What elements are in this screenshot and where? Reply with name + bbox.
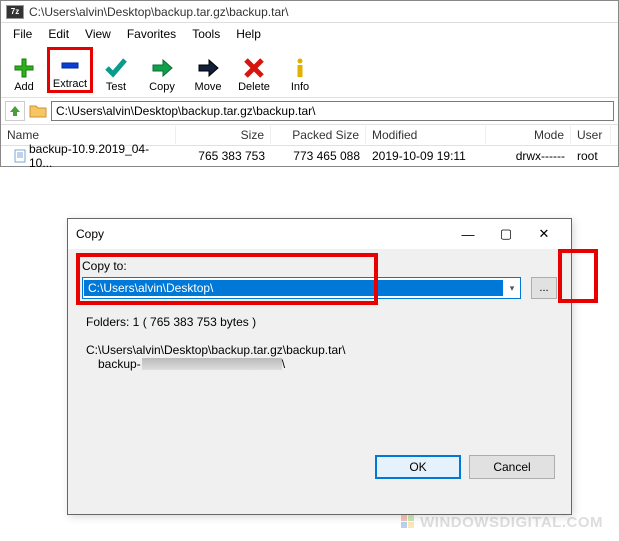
test-button[interactable]: Test xyxy=(93,47,139,93)
dialog-title: Copy xyxy=(76,227,449,241)
copy-button[interactable]: Copy xyxy=(139,47,185,93)
add-button[interactable]: Add xyxy=(1,47,47,93)
folders-info: Folders: 1 ( 765 383 753 bytes ) xyxy=(82,315,557,329)
redacted-text xyxy=(142,358,282,370)
col-mode[interactable]: Mode xyxy=(486,126,571,144)
cell-packed: 773 465 088 xyxy=(271,149,366,163)
menu-file[interactable]: File xyxy=(5,25,40,43)
title-path: C:\Users\alvin\Desktop\backup.tar.gz\bac… xyxy=(29,5,288,19)
close-button[interactable]: ✕ xyxy=(525,220,563,248)
chevron-down-icon[interactable]: ▾ xyxy=(504,283,520,294)
plus-icon xyxy=(12,56,36,80)
delete-button[interactable]: Delete xyxy=(231,47,277,93)
col-size[interactable]: Size xyxy=(176,126,271,144)
highlight-browse xyxy=(558,249,598,303)
windows-icon xyxy=(401,515,415,529)
copy-to-label: Copy to: xyxy=(82,259,557,273)
info-button[interactable]: Info xyxy=(277,47,323,93)
x-icon xyxy=(242,56,266,80)
check-icon xyxy=(104,56,128,80)
copy-label: Copy xyxy=(149,81,175,93)
arrow-right-green-icon xyxy=(150,56,174,80)
watermark: WINDOWSDIGITAL.COM xyxy=(401,514,603,531)
folder-icon xyxy=(29,104,47,118)
copy-to-combobox[interactable]: C:\Users\alvin\Desktop\ ▾ xyxy=(82,277,521,299)
app-icon: 7z xyxy=(6,5,24,19)
menu-favorites[interactable]: Favorites xyxy=(119,25,184,43)
cell-user: root xyxy=(571,149,611,163)
menubar: File Edit View Favorites Tools Help xyxy=(1,23,618,45)
minimize-button[interactable]: — xyxy=(449,220,487,248)
cell-modified: 2019-10-09 19:11 xyxy=(366,149,486,163)
extract-label: Extract xyxy=(53,78,87,90)
path-input[interactable] xyxy=(51,101,614,121)
cell-name: backup-10.9.2019_04-10... xyxy=(23,142,170,170)
cancel-button[interactable]: Cancel xyxy=(469,455,555,479)
source-path: C:\Users\alvin\Desktop\backup.tar.gz\bac… xyxy=(82,343,557,357)
menu-tools[interactable]: Tools xyxy=(184,25,228,43)
menu-view[interactable]: View xyxy=(77,25,119,43)
col-user[interactable]: User xyxy=(571,126,611,144)
table-row[interactable]: backup-10.9.2019_04-10... 765 383 753 77… xyxy=(1,146,618,166)
col-modified[interactable]: Modified xyxy=(366,126,486,144)
file-icon xyxy=(7,149,21,163)
copy-dialog: Copy — ▢ ✕ Copy to: C:\Users\alvin\Deskt… xyxy=(67,218,572,515)
toolbar: Add Extract Test Copy Move xyxy=(1,45,618,98)
cell-size: 765 383 753 xyxy=(176,149,271,163)
add-label: Add xyxy=(14,81,34,93)
move-button[interactable]: Move xyxy=(185,47,231,93)
backup-name: backup-\ xyxy=(82,357,557,371)
extract-button[interactable]: Extract xyxy=(47,47,93,93)
navbar xyxy=(1,98,618,124)
arrow-up-icon xyxy=(8,104,22,118)
menu-edit[interactable]: Edit xyxy=(40,25,77,43)
maximize-button[interactable]: ▢ xyxy=(487,220,525,248)
up-button[interactable] xyxy=(5,101,25,121)
move-label: Move xyxy=(195,81,222,93)
info-label: Info xyxy=(291,81,309,93)
app-window: 7z C:\Users\alvin\Desktop\backup.tar.gz\… xyxy=(0,0,619,167)
dialog-titlebar: Copy — ▢ ✕ xyxy=(68,219,571,249)
copy-to-value: C:\Users\alvin\Desktop\ xyxy=(84,280,503,296)
dialog-buttons: OK Cancel xyxy=(68,455,571,495)
titlebar: 7z C:\Users\alvin\Desktop\backup.tar.gz\… xyxy=(1,1,618,23)
cell-mode: drwx------ xyxy=(486,149,571,163)
minus-icon xyxy=(58,53,82,77)
delete-label: Delete xyxy=(238,81,270,93)
info-icon xyxy=(288,56,312,80)
arrow-right-dark-icon xyxy=(196,56,220,80)
col-packed[interactable]: Packed Size xyxy=(271,126,366,144)
browse-button[interactable]: ... xyxy=(531,277,557,299)
menu-help[interactable]: Help xyxy=(228,25,269,43)
test-label: Test xyxy=(106,81,126,93)
ok-button[interactable]: OK xyxy=(375,455,461,479)
dialog-body: Copy to: C:\Users\alvin\Desktop\ ▾ ... F… xyxy=(68,249,571,381)
